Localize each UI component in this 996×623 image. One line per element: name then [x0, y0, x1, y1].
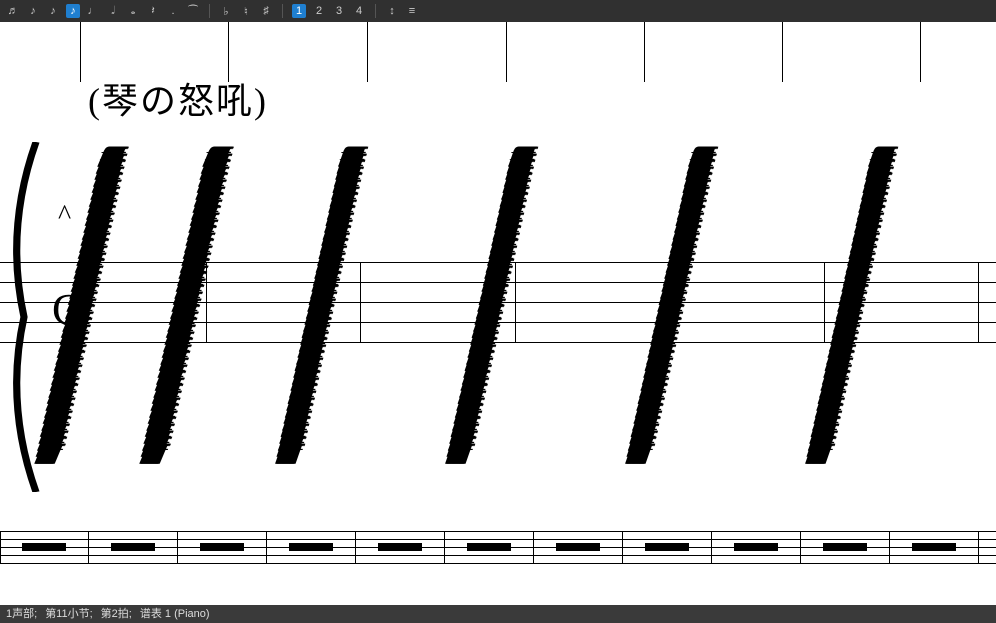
toolbar-accidental-flat[interactable]: ♭ — [219, 4, 233, 18]
toolbar-note-8[interactable]: ♪ — [66, 4, 80, 18]
toolbar-voice-2[interactable]: 2 — [312, 4, 326, 18]
main-staff — [0, 262, 996, 362]
barline — [515, 262, 516, 342]
barline — [978, 262, 979, 342]
multi-measure-rest — [111, 543, 155, 551]
toolbar-separator — [375, 4, 376, 18]
toolbar-separator — [282, 4, 283, 18]
toolbar-note-16[interactable]: ♪ — [46, 4, 60, 18]
toolbar-note-64[interactable]: ♬ — [6, 4, 20, 18]
barline — [177, 531, 178, 563]
multi-measure-rest — [556, 543, 600, 551]
time-signature: C — [52, 284, 81, 335]
barline — [800, 531, 801, 563]
top-toolbar: ♬ ♪ ♪ ♪ ♩ 𝅗𝅥 𝅝 𝄽. ⁀ ♭ ♮ ♯ 1234 ↕ ≡ — [0, 0, 996, 22]
multi-measure-rest — [645, 543, 689, 551]
barline — [670, 262, 671, 342]
toolbar-beam[interactable]: ≡ — [405, 4, 419, 18]
toolbar-accidental-natural[interactable]: ♮ — [239, 4, 253, 18]
multi-measure-rest — [22, 543, 66, 551]
barline — [824, 262, 825, 342]
barline — [782, 22, 783, 82]
toolbar-rest[interactable]: 𝄽 — [146, 4, 160, 18]
barline — [533, 531, 534, 563]
multi-measure-rest — [378, 543, 422, 551]
multi-measure-rest — [912, 543, 956, 551]
score-subtitle: (琴の怒吼) — [88, 72, 268, 124]
barline — [711, 531, 712, 563]
toolbar-voice-1[interactable]: 1 — [292, 4, 306, 18]
toolbar-separator — [209, 4, 210, 18]
barline — [88, 531, 89, 563]
barline — [0, 531, 1, 563]
multi-measure-rest — [200, 543, 244, 551]
barline — [206, 262, 207, 342]
accent-marcato: ^ — [58, 200, 71, 232]
status-beat: 第2拍; — [101, 605, 132, 623]
barline — [644, 22, 645, 82]
status-voice: 1声部; — [6, 605, 37, 623]
barline — [80, 22, 81, 82]
barline — [266, 531, 267, 563]
toolbar-note-32[interactable]: ♪ — [26, 4, 40, 18]
toolbar-accidental-sharp[interactable]: ♯ — [259, 4, 273, 18]
barline — [444, 531, 445, 563]
toolbar-note-4[interactable]: ♩ — [86, 4, 100, 18]
barline — [360, 262, 361, 342]
status-staff: 谱表 1 (Piano) — [140, 605, 210, 623]
toolbar-dot[interactable]: . — [166, 4, 180, 18]
barline — [367, 22, 368, 82]
barline — [889, 531, 890, 563]
multi-measure-rest — [734, 543, 778, 551]
multi-measure-rest — [467, 543, 511, 551]
toolbar-tie[interactable]: ⁀ — [186, 4, 200, 18]
status-bar: 1声部; 第11小节; 第2拍; 谱表 1 (Piano) — [0, 605, 996, 623]
toolbar-note-1[interactable]: 𝅝 — [126, 4, 140, 18]
multi-measure-rest — [823, 543, 867, 551]
status-measure: 第11小节; — [45, 605, 92, 623]
barline — [506, 22, 507, 82]
multi-measure-rest — [289, 543, 333, 551]
toolbar-voice-3[interactable]: 3 — [332, 4, 346, 18]
percussion-staff — [0, 531, 996, 565]
barline — [622, 531, 623, 563]
toolbar-flip[interactable]: ↕ — [385, 4, 399, 18]
barline — [978, 531, 979, 563]
toolbar-note-2[interactable]: 𝅗𝅥 — [106, 4, 120, 18]
barline — [355, 531, 356, 563]
score-canvas[interactable]: (琴の怒吼) ^ C fffffffffffffffffffffffffffff… — [0, 22, 996, 605]
toolbar-voice-4[interactable]: 4 — [352, 4, 366, 18]
barline — [920, 22, 921, 82]
